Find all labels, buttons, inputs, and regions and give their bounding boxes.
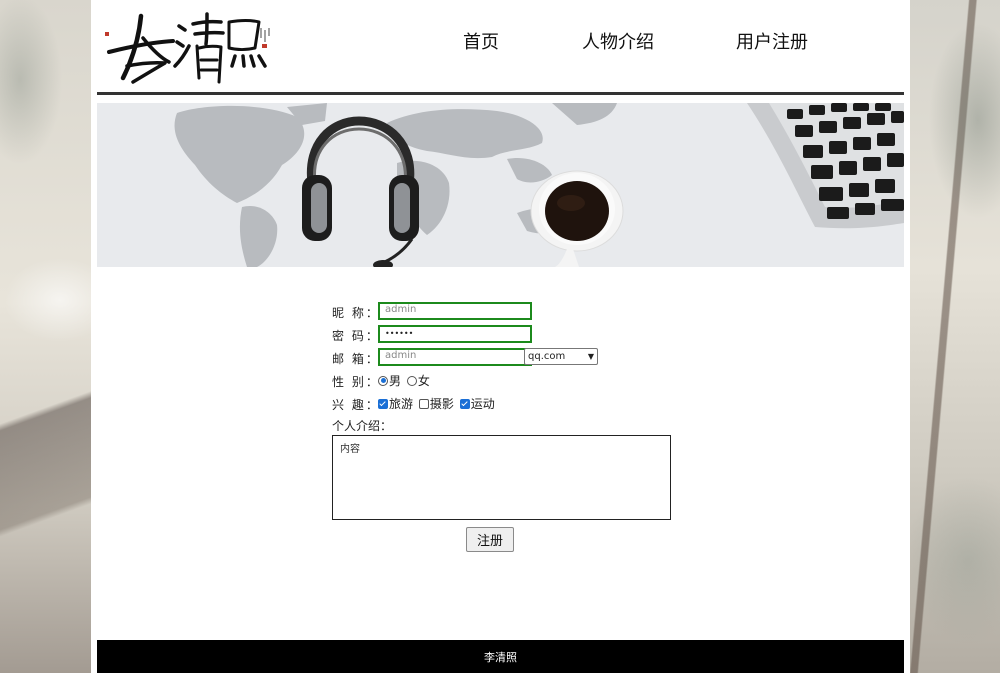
email-input[interactable]: admin: [378, 348, 532, 366]
email-label: 邮 箱：: [332, 352, 380, 366]
radio-male[interactable]: [378, 375, 388, 386]
hobby-option-photography[interactable]: 摄影: [418, 395, 454, 412]
gender-row: 性 别： 男 女: [332, 371, 672, 394]
header-divider: [97, 92, 904, 95]
checkbox-sports[interactable]: [459, 398, 470, 409]
nickname-input[interactable]: admin: [378, 302, 532, 320]
intro-textarea[interactable]: 内容: [332, 435, 671, 520]
footer-text: 李清照: [484, 650, 517, 664]
hobby-travel-label: 旅游: [389, 397, 414, 411]
footer: 李清照: [97, 640, 904, 673]
left-background-painting: [0, 0, 92, 673]
hobby-options: 旅游 摄影 运动: [378, 395, 497, 412]
registration-form: 昵 称： admin 密 码： •••••• 邮 箱： admin qq.com…: [332, 302, 672, 552]
gender-option-female[interactable]: 女: [406, 372, 430, 389]
hobby-row: 兴 趣： 旅游 摄影 运动: [332, 394, 672, 417]
register-button[interactable]: 注册: [466, 527, 514, 552]
radio-female[interactable]: [406, 375, 417, 386]
site-logo[interactable]: [103, 8, 273, 86]
header: 首页 人物介绍 用户注册: [91, 0, 910, 92]
hobby-photography-label: 摄影: [429, 397, 454, 411]
hobby-option-sports[interactable]: 运动: [459, 395, 495, 412]
intro-label: 个人介绍：: [332, 419, 393, 433]
nav-user-register[interactable]: 用户注册: [736, 28, 808, 54]
password-input[interactable]: ••••••: [378, 325, 532, 343]
banner-image: [97, 103, 904, 267]
chevron-down-icon: ▼: [587, 352, 594, 361]
hobby-option-travel[interactable]: 旅游: [378, 395, 413, 412]
gender-option-male[interactable]: 男: [378, 372, 401, 389]
email-domain-value: qq.com: [528, 351, 566, 362]
checkbox-photography[interactable]: [418, 398, 429, 409]
gender-options: 男 女: [378, 372, 432, 389]
password-label: 密 码：: [332, 329, 380, 343]
nickname-label: 昵 称：: [332, 306, 380, 320]
nav-home[interactable]: 首页: [463, 28, 499, 54]
checkbox-travel[interactable]: [378, 398, 388, 409]
email-row: 邮 箱： admin qq.com ▼: [332, 348, 672, 371]
page-container: 首页 人物介绍 用户注册 昵 称： admin 密 码： •••••• 邮 箱：…: [91, 0, 910, 673]
nickname-row: 昵 称： admin: [332, 302, 672, 325]
hobby-sports-label: 运动: [470, 397, 495, 411]
right-background-painting: [908, 0, 1000, 673]
email-domain-select[interactable]: qq.com ▼: [524, 348, 598, 365]
gender-female-label: 女: [417, 374, 430, 388]
password-row: 密 码： ••••••: [332, 325, 672, 348]
hobby-label: 兴 趣：: [332, 398, 380, 412]
gender-male-label: 男: [389, 374, 402, 388]
gender-label: 性 别：: [332, 375, 380, 389]
nav-people-intro[interactable]: 人物介绍: [582, 28, 654, 54]
